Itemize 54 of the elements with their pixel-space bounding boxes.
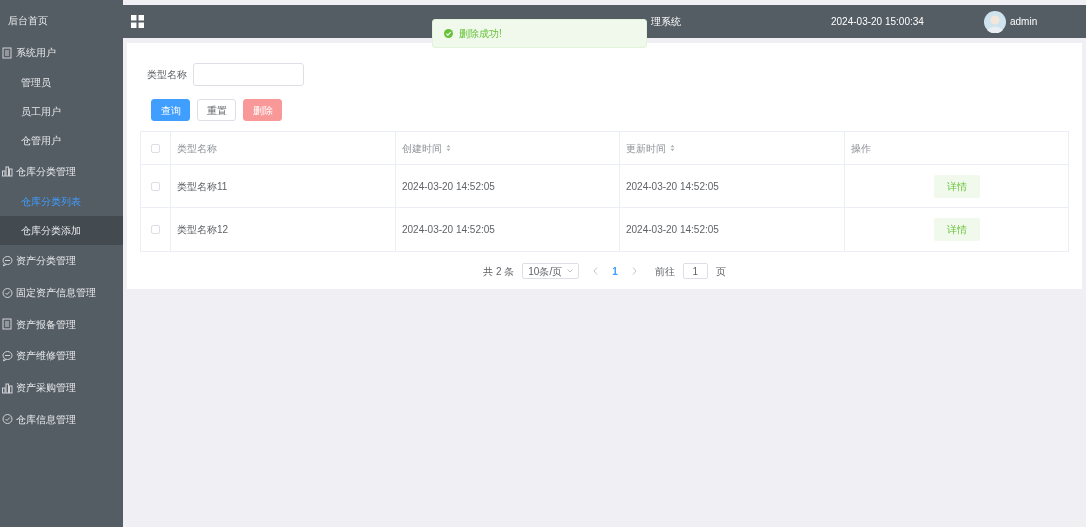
check-circle-icon (2, 286, 13, 299)
column-header: 操作 (851, 141, 871, 156)
menu-item[interactable]: 资产维修管理 (16, 348, 76, 364)
header-datetime: 2024-03-20 15:00:34 (831, 15, 924, 29)
column-header: 更新时间 (626, 141, 666, 156)
table-cell-text: 类型名称11 (177, 179, 228, 194)
column-header: 类型名称 (177, 141, 217, 156)
user-name[interactable]: admin (1010, 14, 1038, 29)
bar-chart-icon (2, 381, 13, 394)
grid-menu-icon[interactable] (131, 15, 144, 28)
checkbox[interactable] (151, 225, 160, 234)
menu-item[interactable]: 系统用户 (16, 45, 56, 61)
table-cell-text: 类型名称12 (177, 223, 229, 237)
menu-item[interactable]: 仓库信息管理 (16, 411, 76, 427)
success-icon (444, 29, 453, 38)
submenu-item[interactable]: 员工用户 (0, 97, 123, 127)
caret-icon (567, 269, 574, 273)
page-suffix: 页 (715, 264, 726, 279)
table-cell-text: 2024-03-20 14:52:05 (626, 223, 719, 237)
avatar-icon (984, 10, 1006, 33)
field-label: 类型名称 (147, 68, 187, 82)
menu-item[interactable]: 资产采购管理 (16, 380, 76, 396)
goto-label: 前往 (654, 264, 675, 279)
submenu-item[interactable]: 仓库分类添加 (0, 216, 123, 246)
submenu-item[interactable]: 仓管用户 (0, 126, 123, 156)
next-page-icon (631, 267, 637, 275)
table-cell-text: 2024-03-20 14:52:05 (626, 179, 719, 194)
sort-icon[interactable] (670, 144, 675, 152)
table-cell-text: 2024-03-20 14:52:05 (402, 179, 495, 194)
table-cell-text: 2024-03-20 14:52:05 (402, 223, 495, 237)
type-name-field[interactable] (193, 63, 304, 86)
sort-icon[interactable] (446, 144, 451, 152)
chat-bubble-icon (2, 254, 13, 267)
menu-item[interactable]: 固定资产信息管理 (16, 285, 96, 301)
menu-item[interactable]: 资产报备管理 (16, 316, 76, 332)
action-button[interactable]: 重置 (197, 99, 236, 121)
bar-chart-icon (2, 165, 13, 178)
check-circle-icon (2, 413, 13, 426)
submenu-item[interactable]: 管理员 (0, 68, 123, 98)
document-icon (2, 46, 13, 59)
menu-item[interactable]: 资产分类管理 (16, 253, 76, 269)
menu-item[interactable]: 仓库分类管理 (16, 163, 76, 179)
page-input[interactable]: 1 (682, 263, 708, 279)
header-title: 理系统 (651, 15, 681, 29)
page-size-select[interactable]: 10条/页 (522, 263, 580, 279)
chat-bubble-icon (2, 349, 13, 362)
menu-item[interactable]: 后台首页 (8, 13, 48, 29)
checkbox[interactable] (151, 181, 160, 191)
previous-page-icon (593, 267, 599, 275)
toast-message: 删除成功! (459, 27, 502, 41)
document-icon (2, 318, 13, 331)
checkbox[interactable] (151, 143, 160, 153)
total-count: 共 2 条 (483, 264, 515, 279)
column-header: 创建时间 (402, 141, 442, 156)
